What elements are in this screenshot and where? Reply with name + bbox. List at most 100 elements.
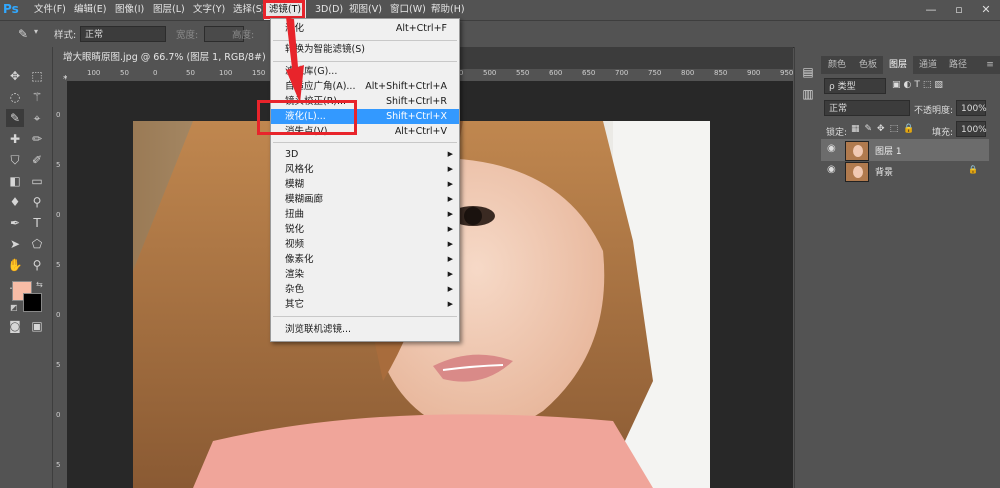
panel-menu-icon[interactable]: ≡ <box>981 56 999 74</box>
menu-layer[interactable]: 图层(L) <box>153 0 185 20</box>
menu-item-distort[interactable]: 扭曲 ▶ <box>271 207 459 222</box>
menu-item-pixelate[interactable]: 像素化 ▶ <box>271 252 459 267</box>
pen-tool-icon[interactable]: ✒ <box>6 214 24 232</box>
menu-help[interactable]: 帮助(H) <box>431 0 465 20</box>
tab-channels[interactable]: 通道 <box>913 56 943 74</box>
ruler-tick-label: 0 <box>56 111 61 119</box>
zoom-tool-icon[interactable]: ⚲ <box>28 256 46 274</box>
eyedropper-tool-icon[interactable]: ✎ <box>6 109 24 127</box>
blend-mode-select[interactable]: 正常 <box>824 100 910 116</box>
properties-panel-icon[interactable]: ▥ <box>799 85 817 103</box>
gradient-tool-icon[interactable]: ▭ <box>28 172 46 190</box>
annotation-arrow-icon <box>286 17 304 103</box>
ruler-tick-label: 100 <box>87 69 101 77</box>
layer-row[interactable]: ◉ 图层 1 <box>821 139 989 161</box>
magic-wand-tool-icon[interactable]: ⚚ <box>28 88 46 106</box>
menu-item-stylize[interactable]: 风格化 ▶ <box>271 162 459 177</box>
vertical-ruler: 0 5 0 5 0 5 0 5 <box>53 81 68 488</box>
tab-paths[interactable]: 路径 <box>943 56 973 74</box>
submenu-arrow-icon: ▶ <box>447 300 453 308</box>
submenu-arrow-icon: ▶ <box>447 225 453 233</box>
preset-chevron-icon[interactable]: ▾ <box>34 27 38 36</box>
fill-field[interactable]: 100% <box>956 121 987 137</box>
menu-type[interactable]: 文字(Y) <box>193 0 225 20</box>
layer-kind-filter[interactable]: ρ 类型 <box>824 78 886 94</box>
fill-label: 填充: <box>932 128 954 138</box>
ruler-tick-label: 50 <box>186 69 195 77</box>
menu-item-video[interactable]: 视频 ▶ <box>271 237 459 252</box>
marquee-tool-icon[interactable]: ⬚ <box>28 67 46 85</box>
healing-brush-tool-icon[interactable]: ✚ <box>6 130 24 148</box>
lock-label: 锁定: <box>826 128 848 138</box>
opacity-label: 不透明度: <box>914 106 954 116</box>
menu-edit[interactable]: 编辑(E) <box>74 0 106 20</box>
default-colors-icon[interactable]: ◩ <box>10 303 18 312</box>
ruler-tick-label: 5 <box>56 161 61 169</box>
shape-tool-icon[interactable]: ⬠ <box>28 235 46 253</box>
menu-item-blur-gallery[interactable]: 模糊画廊 ▶ <box>271 192 459 207</box>
lock-icons[interactable]: ▦✎✥⬚🔒 <box>851 124 919 134</box>
ruler-tick-label: 850 <box>714 69 728 77</box>
panel-tabs: 颜色 色板 图层 通道 路径 ≡ <box>821 56 1000 74</box>
ruler-tick-label: 750 <box>648 69 662 77</box>
menu-select[interactable]: 选择(S) <box>233 0 265 20</box>
move-tool-icon[interactable]: ✥ <box>6 67 24 85</box>
height-label: 高度: <box>232 30 255 41</box>
history-panel-icon[interactable]: ▤ <box>799 63 817 81</box>
visibility-eye-icon[interactable]: ◉ <box>827 143 836 154</box>
submenu-arrow-icon: ▶ <box>447 180 453 188</box>
menu-separator <box>273 316 457 317</box>
background-color-swatch[interactable] <box>23 293 42 312</box>
ruler-tick-label: 5 <box>56 261 61 269</box>
tab-color[interactable]: 颜色 <box>821 56 853 74</box>
ruler-tick-label: 100 <box>219 69 233 77</box>
tab-layers[interactable]: 图层 <box>883 56 913 74</box>
brush-tool-icon[interactable]: ✏ <box>28 130 46 148</box>
ruler-tick-label: 0 <box>56 311 61 319</box>
blur-tool-icon[interactable]: ♦ <box>6 193 24 211</box>
screen-mode-icon[interactable]: ▣ <box>28 317 46 335</box>
layer-filter-icons[interactable]: ▣◐T⬚▧ <box>892 80 946 90</box>
menu-window[interactable]: 窗口(W) <box>390 0 426 20</box>
menu-item-3d[interactable]: 3D ▶ <box>271 147 459 162</box>
color-sampler-tool-icon[interactable]: ⌖ <box>28 109 46 127</box>
eyedropper-tool-preset-icon[interactable]: ✎ <box>14 25 32 43</box>
menu-view[interactable]: 视图(V) <box>349 0 382 20</box>
ruler-tick-label: 50 <box>120 69 129 77</box>
lasso-tool-icon[interactable]: ◌ <box>6 88 24 106</box>
close-icon[interactable]: ✕ <box>972 0 1000 20</box>
layer-row[interactable]: ◉ 背景 🔒 <box>821 160 989 182</box>
clone-stamp-tool-icon[interactable]: ⛉ <box>6 151 24 169</box>
menu-image[interactable]: 图像(I) <box>115 0 144 20</box>
minimize-icon[interactable]: — <box>917 0 945 20</box>
ruler-tick-label: 0 <box>153 69 158 77</box>
submenu-arrow-icon: ▶ <box>447 255 453 263</box>
menu-item-other[interactable]: 其它 ▶ <box>271 297 459 312</box>
eraser-tool-icon[interactable]: ◧ <box>6 172 24 190</box>
lock-icon: 🔒 <box>968 165 978 174</box>
menu-item-browse-filters-online[interactable]: 浏览联机滤镜... <box>271 322 459 337</box>
style-select[interactable]: 正常 <box>80 26 166 42</box>
type-tool-icon[interactable]: T <box>28 214 46 232</box>
document-tab[interactable]: 增大眼睛原图.jpg @ 66.7% (图层 1, RGB/8#) * × <box>53 47 273 85</box>
ruler-tick-label: 550 <box>516 69 530 77</box>
dodge-tool-icon[interactable]: ⚲ <box>28 193 46 211</box>
menu-file[interactable]: 文件(F) <box>34 0 66 20</box>
submenu-arrow-icon: ▶ <box>447 210 453 218</box>
menu-separator <box>273 142 457 143</box>
width-label: 宽度: <box>176 30 199 41</box>
menu-item-noise[interactable]: 杂色 ▶ <box>271 282 459 297</box>
menu-item-sharpen[interactable]: 锐化 ▶ <box>271 222 459 237</box>
swap-colors-icon[interactable]: ⇆ <box>36 280 43 289</box>
menu-item-blur[interactable]: 模糊 ▶ <box>271 177 459 192</box>
hand-tool-icon[interactable]: ✋ <box>6 256 24 274</box>
history-brush-tool-icon[interactable]: ✐ <box>28 151 46 169</box>
restore-icon[interactable]: ▫ <box>945 0 973 20</box>
opacity-field[interactable]: 100% <box>956 100 987 116</box>
tab-swatches[interactable]: 色板 <box>853 56 883 74</box>
quick-mask-icon[interactable]: ◙ <box>6 317 24 335</box>
path-selection-tool-icon[interactable]: ➤ <box>6 235 24 253</box>
visibility-eye-icon[interactable]: ◉ <box>827 164 836 175</box>
submenu-arrow-icon: ▶ <box>447 195 453 203</box>
menu-item-render[interactable]: 渲染 ▶ <box>271 267 459 282</box>
